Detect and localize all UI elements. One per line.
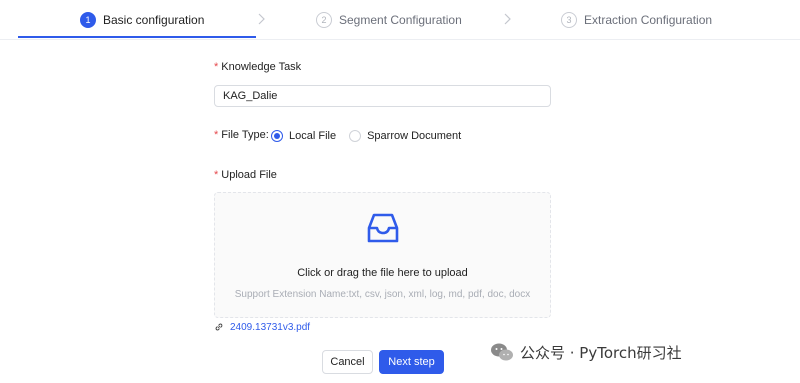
next-step-button[interactable]: Next step <box>379 350 444 374</box>
inbox-icon <box>367 213 399 243</box>
file-type-label-text: File Type: <box>221 129 269 141</box>
knowledge-task-label: * Knowledge Task <box>214 61 301 73</box>
radio-local-file[interactable]: Local File <box>271 130 336 142</box>
step-number: 2 <box>316 12 332 28</box>
knowledge-task-input[interactable] <box>214 85 551 107</box>
radio-label: Sparrow Document <box>367 130 462 142</box>
radio-sparrow-document[interactable]: Sparrow Document <box>349 130 461 142</box>
required-mark: * <box>214 169 219 181</box>
radio-dot <box>271 130 283 142</box>
wechat-icon <box>491 343 513 361</box>
step-extraction-configuration[interactable]: 3 Extraction Configuration <box>561 0 712 40</box>
attached-file[interactable]: 2409.13731v3.pdf <box>214 320 310 334</box>
watermark-text: 公众号 · PyTorch研习社 <box>520 343 682 362</box>
file-type-radio-group: Local File Sparrow Document <box>271 128 461 144</box>
step-label: Segment Configuration <box>339 13 462 27</box>
step-segment-configuration[interactable]: 2 Segment Configuration <box>316 0 462 40</box>
active-step-indicator <box>18 36 256 38</box>
step-number: 3 <box>561 12 577 28</box>
chevron-right-icon <box>258 13 265 25</box>
step-basic-configuration[interactable]: 1 Basic configuration <box>80 0 204 40</box>
upload-extension-hint: Support Extension Name:txt, csv, json, x… <box>234 289 531 300</box>
radio-dot <box>349 130 362 142</box>
required-mark: * <box>214 129 219 141</box>
radio-label: Local File <box>289 130 337 142</box>
file-type-label: * File Type: <box>214 129 269 141</box>
link-icon <box>215 323 223 331</box>
attached-file-name: 2409.13731v3.pdf <box>230 321 311 333</box>
chevron-right-icon <box>504 13 511 25</box>
upload-instructions: Click or drag the file here to upload <box>297 267 468 279</box>
required-mark: * <box>214 61 219 73</box>
knowledge-task-label-text: Knowledge Task <box>221 61 302 73</box>
upload-file-label-text: Upload File <box>221 169 277 181</box>
upload-file-label: * Upload File <box>214 169 277 181</box>
steps-bar: 1 Basic configuration 2 Segment Configur… <box>0 0 800 40</box>
cancel-button[interactable]: Cancel <box>322 350 373 374</box>
watermark: 公众号 · PyTorch研习社 <box>490 340 682 364</box>
step-label: Extraction Configuration <box>584 13 713 27</box>
step-label: Basic configuration <box>103 13 205 27</box>
upload-dropzone[interactable]: Click or drag the file here to upload Su… <box>214 192 551 318</box>
step-number: 1 <box>80 12 96 28</box>
